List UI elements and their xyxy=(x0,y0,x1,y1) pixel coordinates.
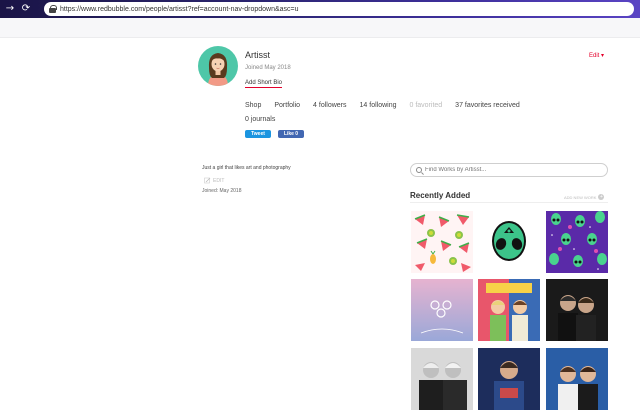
watermelon-pattern-image xyxy=(411,211,473,273)
add-short-bio-link[interactable]: Add Short Bio xyxy=(245,80,283,88)
pencil-icon xyxy=(204,177,211,184)
avatar-girl-icon xyxy=(208,53,228,86)
followers-link[interactable]: 4 followers xyxy=(313,102,346,109)
nav-buttons: → ⟳ xyxy=(4,3,32,15)
watermelon-pattern-tile[interactable] xyxy=(411,211,473,273)
two-boys-comic-tile[interactable] xyxy=(478,279,540,341)
two-boys-blue-image xyxy=(546,348,608,410)
facebook-like-button[interactable]: Like 0 xyxy=(278,130,304,138)
two-boys-bw-tile[interactable] xyxy=(411,348,473,410)
alien-purple-pattern-tile[interactable] xyxy=(546,211,608,273)
favorited-link[interactable]: 0 favorited xyxy=(409,102,442,109)
shop-link[interactable]: Shop xyxy=(245,102,261,109)
following-link[interactable]: 14 following xyxy=(360,102,397,109)
bio-text: Just a girl that likes art and photograp… xyxy=(202,165,291,171)
works-search-box[interactable] xyxy=(410,163,608,177)
recently-added-heading: Recently Added xyxy=(410,191,471,200)
profile-name: Artisst xyxy=(245,50,271,60)
browser-toolbar: → ⟳ https://www.redbubble.com/people/art… xyxy=(0,0,640,18)
favorites-received-link[interactable]: 37 favorites received xyxy=(455,102,520,109)
two-boys-dark-tile[interactable] xyxy=(546,279,608,341)
wings-pastel-tile[interactable] xyxy=(411,279,473,341)
add-new-work-link[interactable]: ADD NEW WORK + xyxy=(564,194,605,200)
profile-stats: Shop Portfolio 4 followers 14 following … xyxy=(245,102,533,109)
url-text[interactable]: https://www.redbubble.com/people/artisst… xyxy=(60,6,299,13)
search-icon xyxy=(416,167,422,173)
boy-blue-tile[interactable] xyxy=(478,348,540,410)
two-boys-bw-image xyxy=(411,348,473,410)
add-new-work-label: ADD NEW WORK xyxy=(564,194,597,200)
alien-sticker-image xyxy=(478,211,540,273)
bio-joined-date: Joined: May 2018 xyxy=(202,188,242,194)
two-boys-dark-image xyxy=(546,279,608,341)
edit-bio-label: EDIT xyxy=(213,177,225,184)
address-bar[interactable]: https://www.redbubble.com/people/artisst… xyxy=(44,2,634,16)
alien-sticker-tile[interactable] xyxy=(478,211,540,273)
tweet-button[interactable]: Tweet xyxy=(245,130,271,138)
journals-link[interactable]: 0 journals xyxy=(245,116,275,123)
plus-icon: + xyxy=(598,194,605,200)
reload-icon[interactable]: ⟳ xyxy=(20,3,32,15)
works-search-input[interactable] xyxy=(425,167,595,173)
portfolio-link[interactable]: Portfolio xyxy=(274,102,300,109)
two-boys-blue-tile[interactable] xyxy=(546,348,608,410)
edit-bio-button[interactable]: EDIT xyxy=(204,177,224,184)
alien-purple-pattern-image xyxy=(546,211,608,273)
lock-icon xyxy=(49,5,57,13)
edit-profile-dropdown[interactable]: Edit ▾ xyxy=(589,52,604,59)
forward-arrow-icon[interactable]: → xyxy=(4,3,16,15)
avatar[interactable] xyxy=(198,46,238,86)
two-boys-comic-image xyxy=(478,279,540,341)
boy-blue-image xyxy=(478,348,540,410)
site-header-bar xyxy=(0,18,640,38)
joined-date: Joined May 2018 xyxy=(245,65,291,71)
wings-pastel-image xyxy=(411,279,473,341)
section-divider xyxy=(410,202,608,203)
